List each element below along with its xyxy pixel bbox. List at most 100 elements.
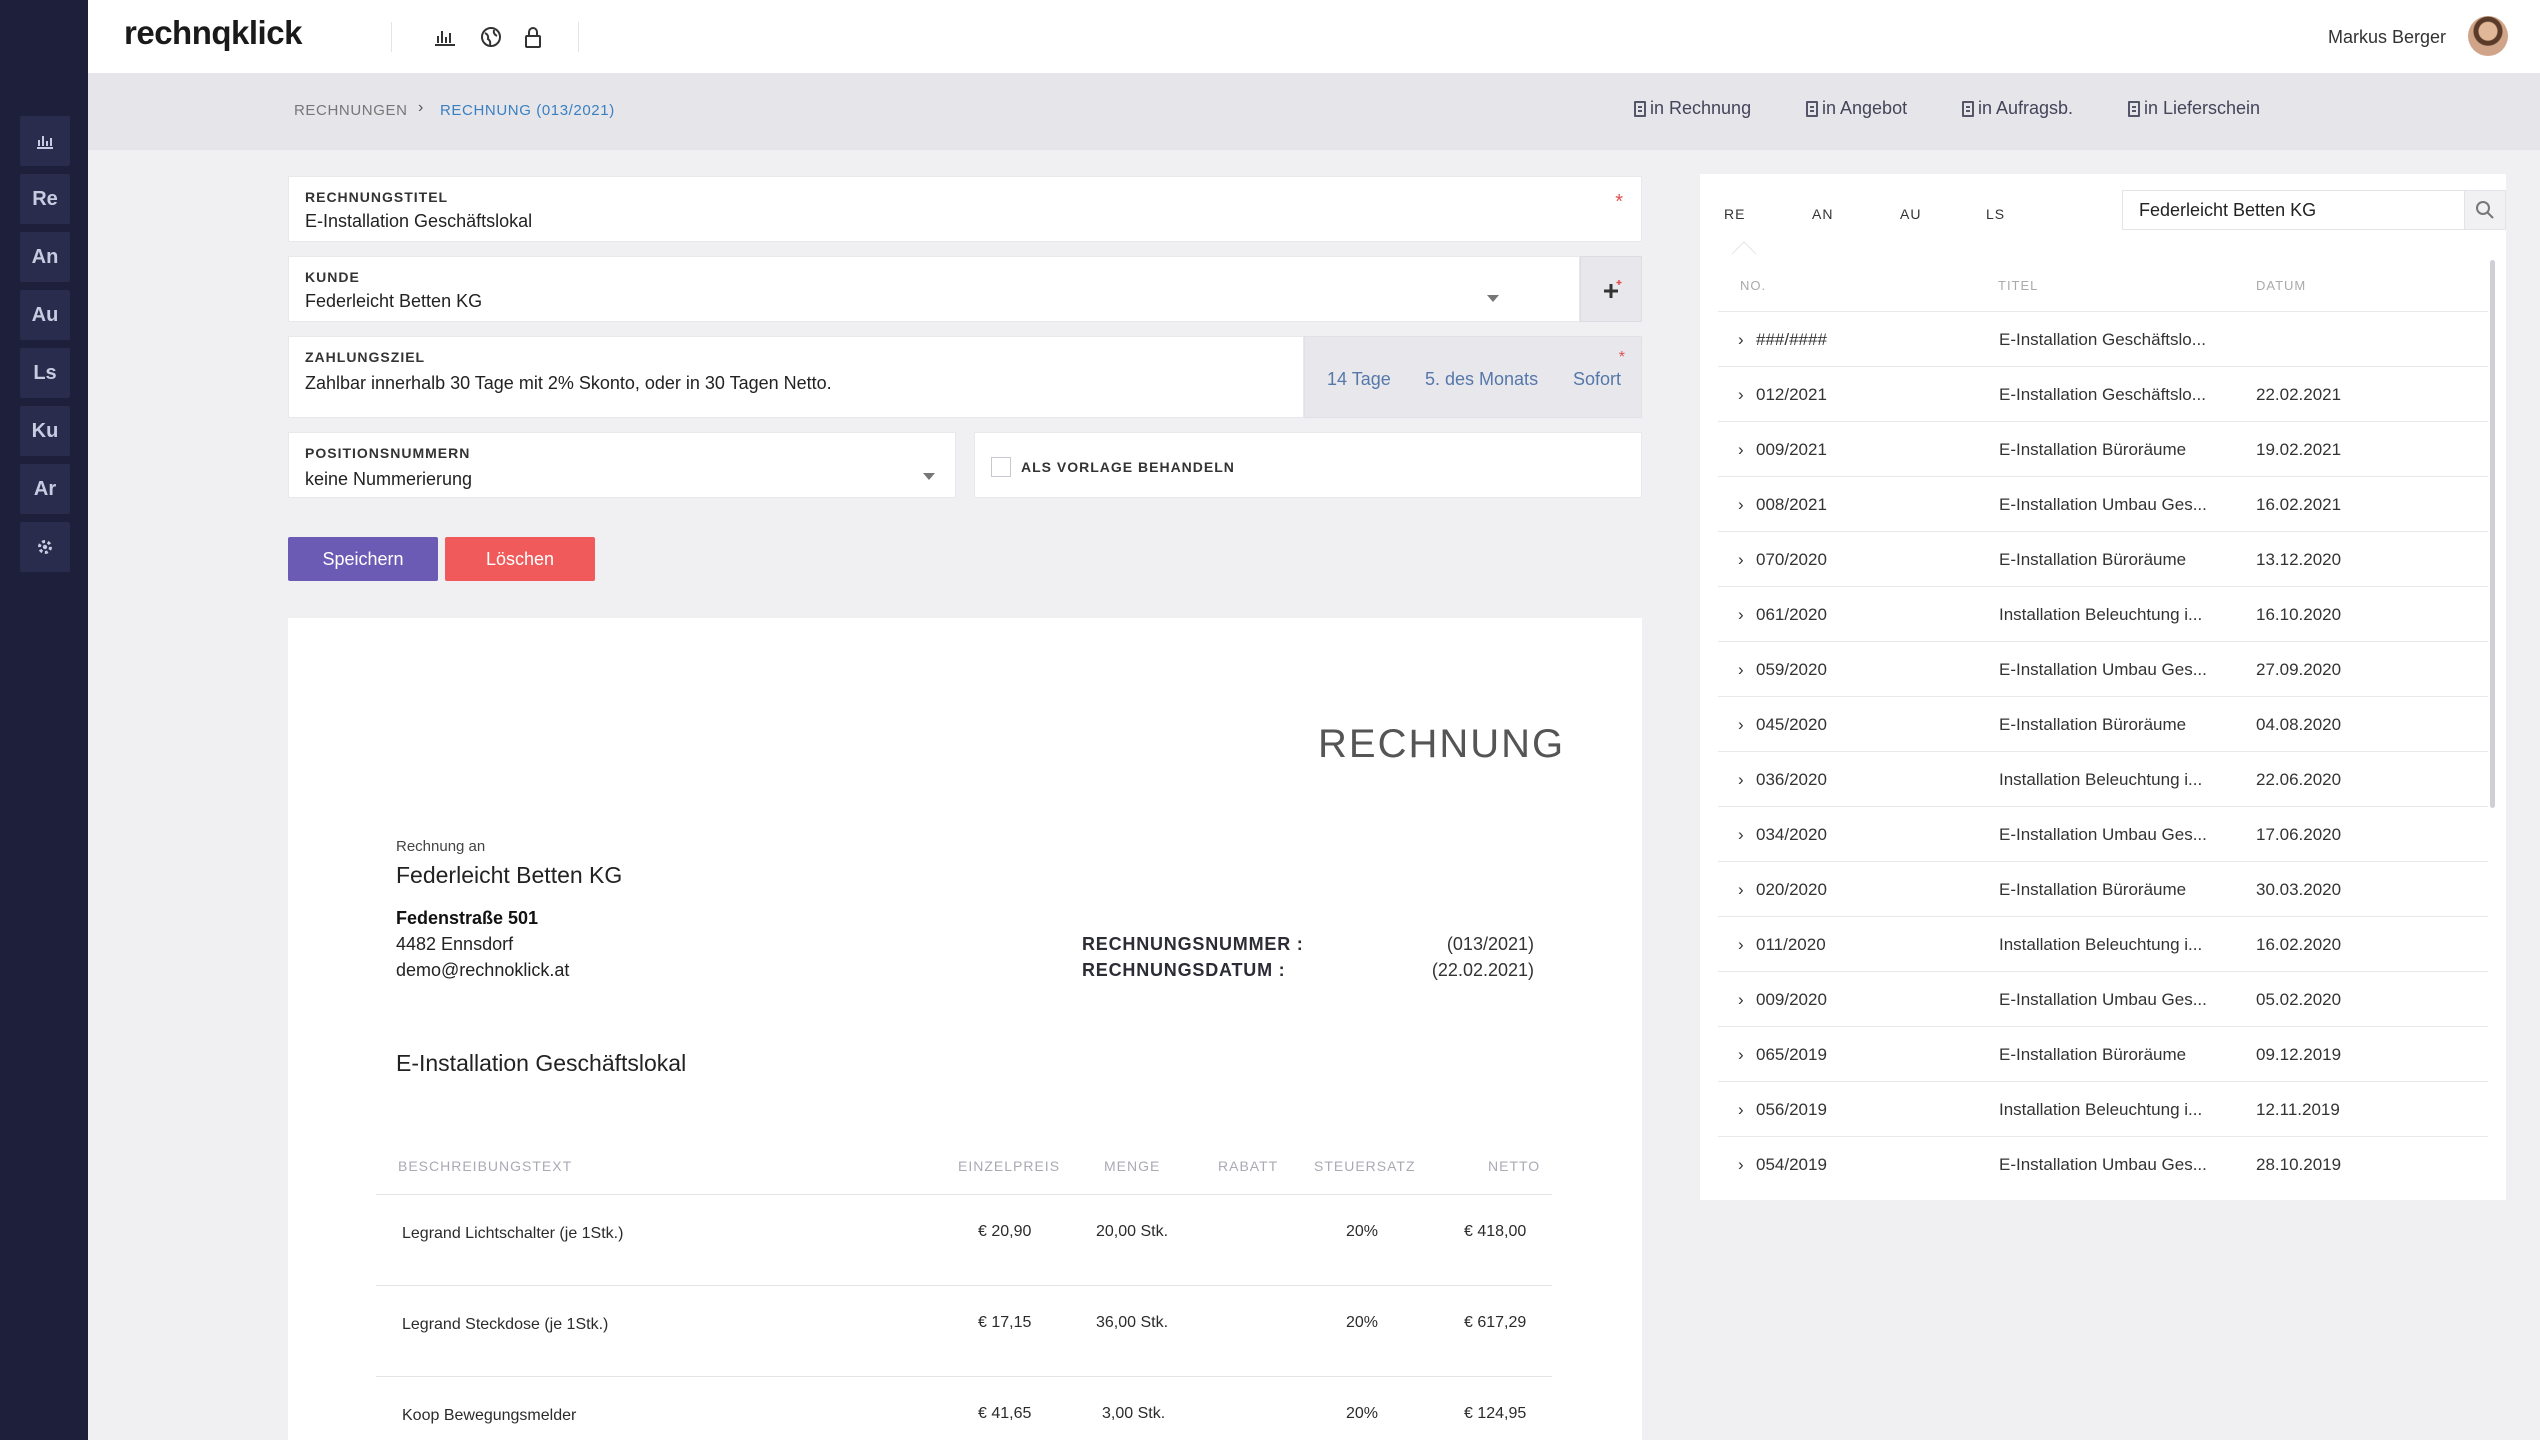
doc-number: 059/2020 [1756, 660, 1827, 679]
title-input[interactable]: E-Installation Geschäftslokal [305, 211, 532, 232]
doc-number: 009/2020 [1756, 990, 1827, 1009]
chevron-down-icon[interactable] [923, 473, 935, 480]
invoice-date-label: RECHNUNGSDATUM : [1082, 960, 1286, 980]
add-customer-button[interactable] [1580, 256, 1642, 322]
chevron-right-icon: › [1738, 1100, 1744, 1119]
search-button[interactable] [2464, 190, 2506, 230]
search-input[interactable] [2122, 190, 2466, 230]
avatar[interactable] [2468, 16, 2508, 56]
item-net: € 617,29 [1464, 1314, 1527, 1331]
item-tax: 20% [1346, 1223, 1379, 1240]
list-scrollbar[interactable] [2490, 260, 2495, 808]
list-item[interactable]: › 061/2020 Installation Beleuchtung i... 16… [1718, 587, 2488, 642]
column-header: DATUM [2256, 278, 2307, 293]
save-button[interactable]: Speichern [288, 537, 438, 581]
sidebar-item-ar[interactable]: Ar [20, 464, 70, 514]
position-select[interactable]: keine Nummerierung [305, 469, 472, 490]
doc-date: 13.12.2020 [2256, 550, 2342, 569]
document-icon [1962, 100, 1974, 117]
tab-re[interactable]: RE [1724, 206, 1745, 222]
position-numbering-field[interactable]: POSITIONSNUMMERN keine Nummerierung [288, 432, 956, 498]
convert-to-invoice-button[interactable]: in Rechnung [1634, 98, 1751, 119]
list-item[interactable]: › 045/2020 E-Installation Büroräume 04.08.2… [1718, 697, 2488, 752]
doc-number: 065/2019 [1756, 1045, 1827, 1064]
sidebar-item-au[interactable]: Au [20, 290, 70, 340]
tab-au[interactable]: AU [1900, 206, 1921, 222]
list-item[interactable]: › 034/2020 E-Installation Umbau Ges... 17.0… [1718, 807, 2488, 862]
payment-field[interactable]: ZAHLUNGSZIEL Zahlbar innerhalb 30 Tage m… [288, 336, 1304, 418]
doc-title: E-Installation Geschäftslo... [1999, 385, 2206, 404]
template-checkbox-field[interactable]: ALS VORLAGE BEHANDELN [974, 432, 1642, 498]
list-item[interactable]: › 009/2020 E-Installation Umbau Ges... 05.0… [1718, 972, 2488, 1027]
doc-title: E-Installation Büroräume [1999, 440, 2187, 459]
doc-title: E-Installation Umbau Ges... [1999, 990, 2207, 1009]
convert-label: in Angebot [1822, 98, 1908, 118]
document-icon [1634, 100, 1646, 117]
tab-an[interactable]: AN [1812, 206, 1833, 222]
required-marker: * [1615, 191, 1623, 213]
active-tab-indicator [1732, 241, 1756, 254]
chevron-down-icon[interactable] [1487, 295, 1499, 302]
convert-label: in Aufragsb. [1978, 98, 2074, 118]
list-item[interactable]: › 020/2020 E-Installation Büroräume 30.03.2… [1718, 862, 2488, 917]
doc-date: 17.06.2020 [2256, 825, 2342, 844]
doc-title: Installation Beleuchtung i... [1999, 770, 2203, 789]
item-price: € 41,65 [978, 1405, 1032, 1422]
list-item[interactable]: › 009/2021 E-Installation Büroräume 19.02.2… [1718, 422, 2488, 477]
sidebar-item-ls[interactable]: Ls [20, 348, 70, 398]
sidebar-item-settings[interactable] [20, 522, 70, 572]
payment-option-14-days[interactable]: 14 Tage [1327, 369, 1391, 390]
sidebar-item-dashboard[interactable] [20, 116, 70, 166]
doc-date: 22.06.2020 [2256, 770, 2342, 789]
app-logo[interactable]: rechnqklick [124, 14, 302, 52]
doc-number: 012/2021 [1756, 385, 1827, 404]
recipient-city: 4482 Ennsdorf [396, 934, 514, 954]
search-icon [2476, 201, 2494, 219]
tab-ls[interactable]: LS [1986, 206, 2005, 222]
customer-select[interactable]: Federleicht Betten KG [305, 291, 482, 312]
chart-icon[interactable] [430, 22, 460, 52]
invoice-number-value: (013/2021) [1446, 934, 1534, 954]
breadcrumb-parent[interactable]: RECHNUNGEN [294, 102, 408, 119]
list-item[interactable]: › 011/2020 Installation Beleuchtung i... 16… [1718, 917, 2488, 972]
sidebar: Re An Au Ls Ku Ar [0, 0, 88, 1440]
doc-title: E-Installation Büroräume [1999, 880, 2187, 899]
chevron-right-icon: › [1738, 660, 1744, 679]
list-item[interactable]: › 056/2019 Installation Beleuchtung i... 12… [1718, 1082, 2488, 1137]
convert-to-offer-button[interactable]: in Angebot [1806, 98, 1907, 119]
payment-option-5th[interactable]: 5. des Monats [1425, 369, 1538, 390]
list-item[interactable]: › 070/2020 E-Installation Büroräume 13.12.2… [1718, 532, 2488, 587]
sidebar-item-an[interactable]: An [20, 232, 70, 282]
chevron-right-icon: › [1738, 935, 1744, 954]
doc-number: 020/2020 [1756, 880, 1827, 899]
list-item[interactable]: › 059/2020 E-Installation Umbau Ges... 27.0… [1718, 642, 2488, 697]
list-item[interactable]: › 065/2019 E-Installation Büroräume 09.12.2… [1718, 1027, 2488, 1082]
lock-icon[interactable] [518, 22, 548, 52]
doc-title: E-Installation Umbau Ges... [1999, 1155, 2207, 1174]
convert-to-delivery-note-button[interactable]: in Lieferschein [2128, 98, 2260, 119]
list-item[interactable]: › 008/2021 E-Installation Umbau Ges... 16.0… [1718, 477, 2488, 532]
template-label: ALS VORLAGE BEHANDELN [1021, 459, 1235, 475]
doc-date: 22.02.2021 [2256, 385, 2342, 404]
list-item[interactable]: › 012/2021 E-Installation Geschäftslo... 22… [1718, 367, 2488, 422]
list-item[interactable]: › 054/2019 E-Installation Umbau Ges... 28.1… [1718, 1137, 2488, 1192]
customer-field[interactable]: KUNDE Federleicht Betten KG [288, 256, 1580, 322]
globe-icon[interactable] [476, 22, 506, 52]
user-name[interactable]: Markus Berger [2328, 27, 2446, 48]
template-checkbox[interactable] [991, 457, 1011, 477]
payment-input[interactable]: Zahlbar innerhalb 30 Tage mit 2% Skonto,… [305, 373, 832, 394]
chevron-right-icon: › [1738, 825, 1744, 844]
sidebar-item-ku[interactable]: Ku [20, 406, 70, 456]
title-field[interactable]: RECHNUNGSTITEL E-Installation Geschäftsl… [288, 176, 1642, 242]
doc-title: E-Installation Umbau Ges... [1999, 825, 2207, 844]
gear-icon [38, 540, 52, 554]
delete-button[interactable]: Löschen [445, 537, 595, 581]
item-price: € 17,15 [978, 1314, 1032, 1331]
doc-title: Installation Beleuchtung i... [1999, 1100, 2203, 1119]
convert-to-order-button[interactable]: in Aufragsb. [1962, 98, 2073, 119]
list-item[interactable]: › 036/2020 Installation Beleuchtung i... 22… [1718, 752, 2488, 807]
list-item[interactable]: › ###/#### E-Installation Geschäftslo... [1718, 312, 2488, 367]
sidebar-item-re[interactable]: Re [20, 174, 70, 224]
payment-option-immediately[interactable]: Sofort [1573, 369, 1621, 390]
invoice-number-label: RECHNUNGSNUMMER : [1082, 934, 1304, 954]
